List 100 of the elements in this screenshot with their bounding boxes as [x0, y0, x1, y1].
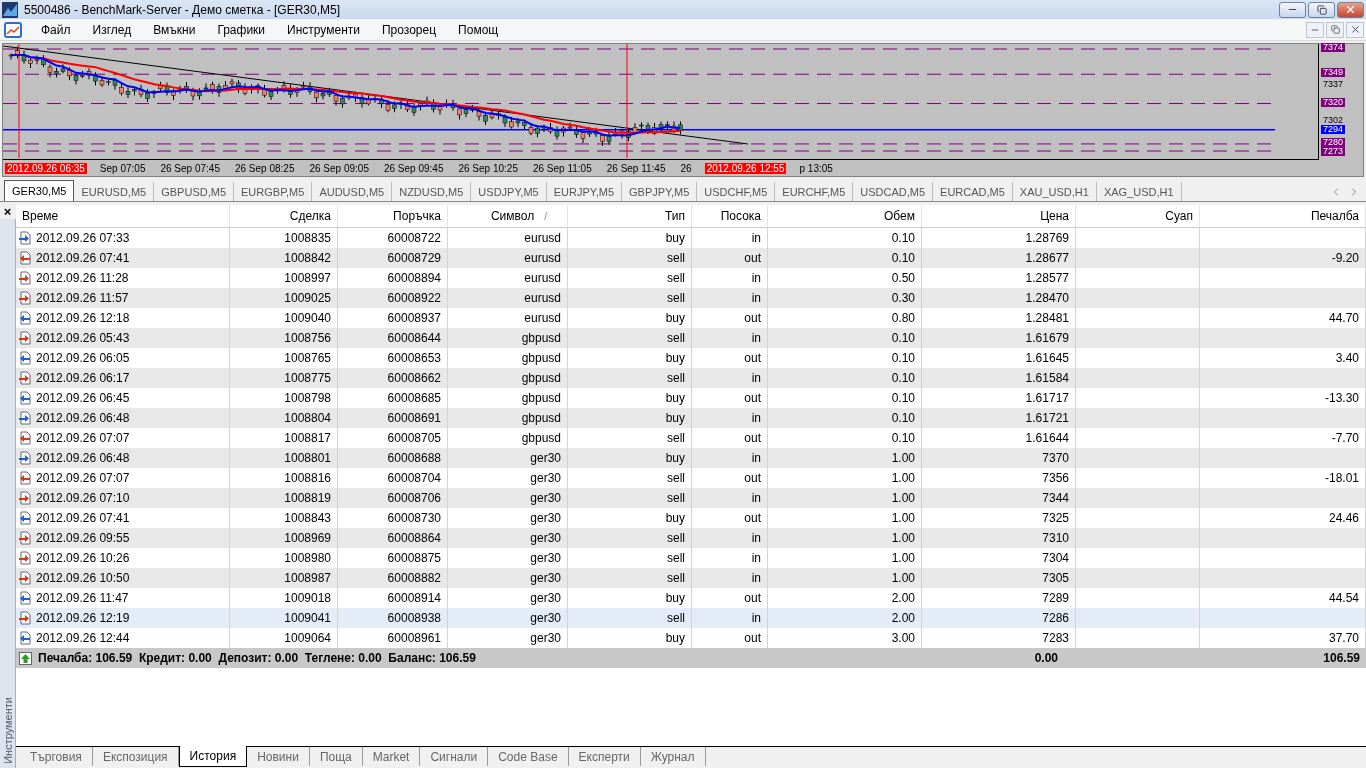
summary-profit: 106.59	[1322, 650, 1361, 667]
chart-tab[interactable]: GBPJPY,M5	[622, 182, 698, 201]
menu-item[interactable]: Инструменти	[276, 22, 371, 37]
column-header[interactable]: Посока	[692, 205, 768, 227]
column-header[interactable]: Поръчка	[338, 205, 448, 227]
arrow-out-of-page-icon	[18, 631, 32, 645]
summary-text: Печалба: 106.59 Кредит: 0.00 Депозит: 0.00 Теглене: 0.00 Баланс: 106.59	[38, 651, 476, 665]
restore-button[interactable]	[1326, 21, 1344, 38]
price-label: 7294	[1321, 124, 1346, 134]
arrow-out-of-page-icon	[18, 591, 32, 605]
close-button[interactable]	[1346, 21, 1364, 38]
chart-tab[interactable]: EURGBP,M5	[234, 182, 313, 201]
minimize-button[interactable]	[1306, 21, 1324, 38]
panel-tab[interactable]: Сигнали	[420, 747, 489, 766]
restore-icon	[1316, 4, 1327, 15]
table-row[interactable]: 2012.09.26 11:57 1009025 60008922 eurusd sell in 0.30 1.28470	[16, 288, 1366, 308]
column-header[interactable]: Печалба	[1200, 205, 1366, 227]
table-cell: 2012.09.26 07:41	[36, 251, 130, 265]
arrow-into-page-icon	[18, 231, 32, 245]
chart-tab[interactable]: GER30,M5	[4, 180, 75, 201]
table-row[interactable]: 2012.09.26 06:17 1008775 60008662 gbpusd sell in 0.10 1.61584	[16, 368, 1366, 388]
arrow-into-page-icon	[18, 571, 32, 585]
restore-icon	[1330, 25, 1340, 34]
chart-tab[interactable]: USDCAD,M5	[853, 182, 934, 201]
column-header[interactable]: Обем	[768, 205, 922, 227]
panel-tab[interactable]: Експозиция	[92, 747, 179, 766]
table-cell: 2012.09.26 06:45	[36, 391, 130, 405]
table-row[interactable]: 2012.09.26 09:55 1008969 60008864 ger30 sell in 1.00 7310	[16, 528, 1366, 548]
panel-tab[interactable]: Търговия	[20, 747, 93, 766]
table-row[interactable]: 2012.09.26 12:19 1009041 60008938 ger30 sell in 2.00 7286	[16, 608, 1366, 628]
side-panel-label: Инструменти	[1, 697, 14, 764]
column-header[interactable]: Време	[16, 205, 230, 227]
chart-tab[interactable]: EURCAD,M5	[933, 182, 1013, 201]
table-cell: 2012.09.26 07:41	[36, 511, 130, 525]
chart-tab[interactable]: XAG_USD,H1	[1096, 182, 1182, 201]
chart-tab[interactable]: USDJPY,M5	[471, 182, 547, 201]
close-icon	[1349, 24, 1361, 35]
table-row[interactable]: 2012.09.26 07:33 1008835 60008722 eurusd buy in 0.10 1.28769	[16, 228, 1366, 248]
column-header[interactable]: Сделка	[230, 205, 338, 227]
column-header[interactable]: Символ	[490, 209, 539, 223]
chart-window-icon[interactable]	[4, 21, 22, 38]
arrow-into-page-icon	[18, 411, 32, 425]
table-row[interactable]: 2012.09.26 06:48 1008801 60008688 ger30 buy in 1.00 7370	[16, 448, 1366, 468]
table-cell: 2012.09.26 11:47	[36, 591, 129, 605]
price-label: 7320	[1321, 97, 1346, 107]
table-row[interactable]: 2012.09.26 11:28 1008997 60008894 eurusd sell in 0.50 1.28577	[16, 268, 1366, 288]
table-row[interactable]: 2012.09.26 10:50 1008987 60008882 ger30 sell in 1.00 7305	[16, 568, 1366, 588]
panel-tab[interactable]: Експерти	[568, 747, 641, 766]
menu-item[interactable]: Вмъкни	[142, 22, 207, 37]
price-label: 7302	[1322, 115, 1345, 125]
menu-item[interactable]: Прозорец	[371, 22, 448, 37]
panel-tab[interactable]: Новини	[247, 747, 310, 766]
chart-tab[interactable]: NZDUSD,M5	[392, 182, 472, 201]
minimize-button[interactable]	[1279, 1, 1306, 18]
arrow-into-page-icon	[18, 611, 32, 625]
table-row[interactable]: 2012.09.26 10:26 1008980 60008875 ger30 sell in 1.00 7304	[16, 548, 1366, 568]
panel-tab[interactable]: Code Base	[488, 747, 569, 766]
time-label: 26 Sep 07:45	[159, 162, 221, 174]
arrow-into-page-icon	[18, 371, 32, 385]
chart-tab[interactable]: EURUSD,M5	[74, 182, 155, 201]
sort-mark: /	[544, 210, 548, 222]
column-header[interactable]: Суап	[1076, 205, 1200, 227]
chart-tab[interactable]: GBPUSD,M5	[154, 182, 234, 201]
menu-item[interactable]: Файл	[30, 22, 82, 37]
price-label: 7273	[1321, 146, 1346, 156]
menu-item[interactable]: Изглед	[81, 22, 143, 37]
price-label: 7349	[1321, 68, 1346, 78]
table-cell: 2012.09.26 12:44	[36, 631, 130, 645]
window-title: 5500486 - BenchMark-Server - Демо сметка - [GER30,M5]	[23, 2, 342, 17]
close-icon	[1345, 4, 1356, 15]
table-cell: 2012.09.26 07:33	[36, 231, 130, 245]
chart-tab[interactable]: XAU_USD,H1	[1012, 182, 1097, 201]
time-label: 26	[679, 162, 693, 174]
menu-item[interactable]: Графики	[206, 22, 277, 37]
table-row[interactable]: 2012.09.26 07:41 1008842 60008729 eurusd sell out 0.10 1.28677 -9.20	[16, 248, 1366, 268]
summary-swap: 0.00	[1033, 650, 1059, 667]
column-header[interactable]: Цена	[922, 205, 1076, 227]
chart-tab[interactable]: AUDUSD,M5	[312, 182, 393, 201]
close-button[interactable]: ×	[0, 205, 16, 219]
time-label: p 13:05	[798, 162, 834, 174]
panel-tab[interactable]: Поща	[309, 747, 363, 766]
arrow-out-of-page-icon	[18, 431, 32, 445]
arrow-into-page-icon	[18, 491, 32, 505]
panel-tab[interactable]: История	[178, 746, 248, 767]
close-button[interactable]	[1337, 1, 1364, 18]
table-row[interactable]: 2012.09.26 06:48 1008804 60008691 gbpusd buy in 0.10 1.61721	[16, 408, 1366, 428]
panel-tab[interactable]: Журнал	[640, 747, 706, 766]
column-header[interactable]: Тип	[568, 205, 692, 227]
table-row[interactable]: 2012.09.26 07:10 1008819 60008706 ger30 sell in 1.00 7344	[16, 488, 1366, 508]
chart-tab[interactable]: USDCHF,M5	[697, 182, 776, 201]
menu-item[interactable]: Помощ	[447, 22, 510, 37]
table-row[interactable]: 2012.09.26 05:43 1008756 60008644 gbpusd sell in 0.10 1.61679	[16, 328, 1366, 348]
restore-button[interactable]	[1308, 1, 1335, 18]
panel-tab[interactable]: Market	[362, 747, 421, 766]
table-cell: 2012.09.26 12:19	[36, 611, 130, 625]
arrow-out-of-page-icon	[18, 251, 32, 265]
chart-tab[interactable]: EURJPY,M5	[546, 182, 622, 201]
time-label: 26 Sep 10:25	[457, 162, 519, 174]
chart-tab[interactable]: EURCHF,M5	[775, 182, 854, 201]
table-cell: 2012.09.26 05:43	[36, 331, 130, 345]
